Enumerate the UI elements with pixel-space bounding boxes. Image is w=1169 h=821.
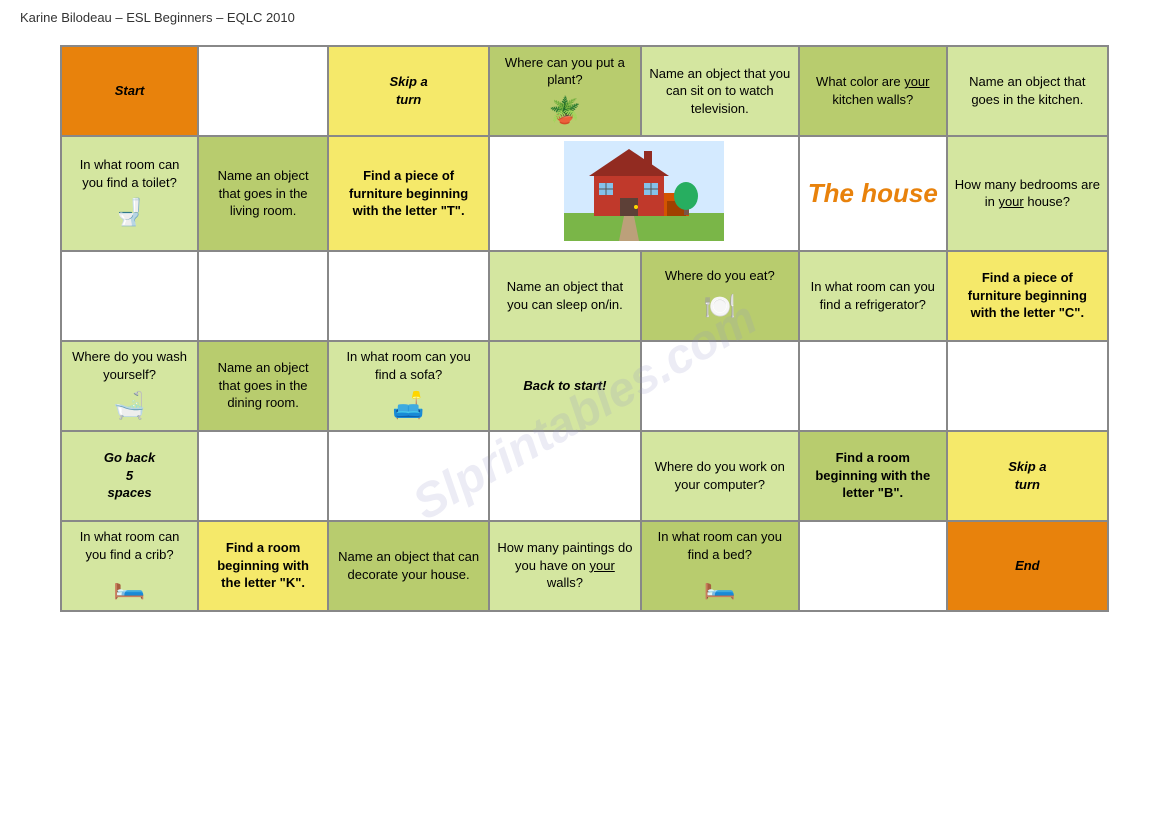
toilet-icon: 🚽 [69, 195, 190, 230]
start-label: Start [115, 83, 145, 98]
header: Karine Bilodeau – ESL Beginners – EQLC 2… [0, 0, 1169, 35]
cell-toilet: In what room can you find a toilet? 🚽 [61, 136, 198, 251]
cell-kitchen-object: Name an object that goes in the kitchen. [947, 46, 1108, 136]
cell-empty-r4-6 [799, 341, 947, 431]
plant-icon: 🪴 [497, 93, 633, 128]
sofa-icon: 🛋️ [336, 388, 481, 423]
cell-sofa: In what room can you find a sofa? 🛋️ [328, 341, 489, 431]
cell-bedrooms: How many bedrooms are in your house? [947, 136, 1108, 251]
cell-paintings: How many paintings do you have on your w… [489, 521, 641, 611]
cell-empty-r5-3 [328, 431, 489, 521]
table-row: Go back5spaces Where do you work on your… [61, 431, 1108, 521]
cell-plant: Where can you put a plant? 🪴 [489, 46, 641, 136]
table-row: Where do you wash yourself? 🛁 Name an ob… [61, 341, 1108, 431]
cell-sleep: Name an object that you can sleep on/in. [489, 251, 641, 341]
cell-empty-r3-2 [198, 251, 328, 341]
cell-empty-r5-4 [489, 431, 641, 521]
header-credit: Karine Bilodeau – ESL Beginners – EQLC 2… [20, 10, 295, 25]
cell-empty-1 [198, 46, 328, 136]
cell-empty-r5-2 [198, 431, 328, 521]
end-label: End [1015, 558, 1040, 573]
cell-furniture-c: Find a piece of furniture beginning with… [947, 251, 1108, 341]
cell-back-to-start: Back to start! [489, 341, 641, 431]
table-row: Name an object that you can sleep on/in.… [61, 251, 1108, 341]
cell-crib: In what room can you find a crib? 🛏️ [61, 521, 198, 611]
cell-eat: Where do you eat? 🍽️ [641, 251, 799, 341]
cell-empty-r3-1 [61, 251, 198, 341]
dining-icon: 🍽️ [649, 289, 791, 324]
bed-icon: 🛏️ [649, 568, 791, 603]
house-svg [564, 141, 724, 241]
cell-computer: Where do you work on your computer? [641, 431, 799, 521]
board-container: Start Skip aturn Where can you put a pla… [0, 35, 1169, 632]
cell-the-house: The house [799, 136, 947, 251]
cell-house-image [489, 136, 799, 251]
crib-icon: 🛏️ [69, 568, 190, 603]
table-row: In what room can you find a crib? 🛏️ Fin… [61, 521, 1108, 611]
game-board: Start Skip aturn Where can you put a pla… [60, 45, 1109, 612]
cell-furniture-t: Find a piece of furniture beginning with… [328, 136, 489, 251]
cell-skip-turn-1: Skip aturn [328, 46, 489, 136]
cell-skip-turn-2: Skip aturn [947, 431, 1108, 521]
table-row: In what room can you find a toilet? 🚽 Na… [61, 136, 1108, 251]
cell-bed: In what room can you find a bed? 🛏️ [641, 521, 799, 611]
cell-wash: Where do you wash yourself? 🛁 [61, 341, 198, 431]
cell-living-room: Name an object that goes in the living r… [198, 136, 328, 251]
cell-dining-room: Name an object that goes in the dining r… [198, 341, 328, 431]
cell-decorate: Name an object that can decorate your ho… [328, 521, 489, 611]
cell-refrigerator: In what room can you find a refrigerator… [799, 251, 947, 341]
cell-room-k: Find a room beginning with the letter "K… [198, 521, 328, 611]
cell-empty-r4-5 [641, 341, 799, 431]
cell-room-b: Find a room beginning with the letter "B… [799, 431, 947, 521]
cell-kitchen-walls: What color are your kitchen walls? [799, 46, 947, 136]
cell-end: End [947, 521, 1108, 611]
cell-empty-r4-7 [947, 341, 1108, 431]
cell-empty-r3-3 [328, 251, 489, 341]
cell-start: Start [61, 46, 198, 136]
cell-sit-tv: Name an object that you can sit on to wa… [641, 46, 799, 136]
cell-empty-r6-6 [799, 521, 947, 611]
bath-icon: 🛁 [69, 388, 190, 423]
table-row: Start Skip aturn Where can you put a pla… [61, 46, 1108, 136]
cell-go-back-5: Go back5spaces [61, 431, 198, 521]
